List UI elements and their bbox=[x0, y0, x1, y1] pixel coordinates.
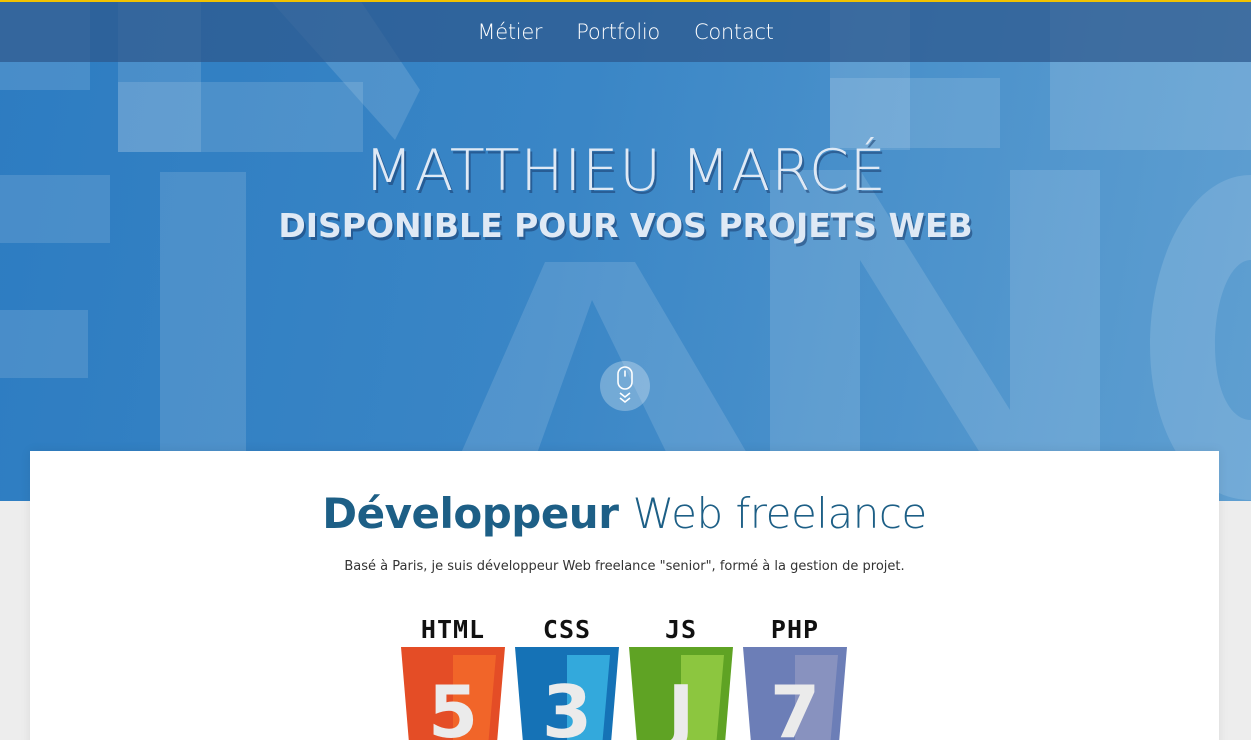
nav-item-contact[interactable]: Contact bbox=[694, 20, 774, 44]
html5-shield-icon: 5 bbox=[401, 647, 505, 740]
tech-html: HTML 5 bbox=[398, 615, 508, 740]
tech-label-js: JS bbox=[664, 615, 698, 644]
php7-shield-icon: 7 bbox=[743, 647, 847, 740]
tech-digit-html: 5 bbox=[428, 670, 478, 740]
js-shield-icon: J bbox=[629, 647, 733, 740]
tech-label-html: HTML bbox=[420, 615, 486, 644]
tech-php: PHP 7 bbox=[740, 615, 850, 740]
hero-title: MATTHIEU MARCÉ bbox=[364, 138, 887, 204]
tech-label-css: CSS bbox=[542, 615, 592, 644]
intro-title: Développeur Web freelance bbox=[30, 489, 1219, 538]
tech-digit-js: J bbox=[663, 670, 695, 740]
intro-title-light: Web freelance bbox=[632, 489, 928, 538]
css3-shield-icon: 3 bbox=[515, 647, 619, 740]
hero-banner: Métier Portfolio Contact MATTHIEU MARCÉ … bbox=[0, 0, 1251, 501]
scroll-down-button[interactable] bbox=[600, 361, 650, 411]
hero-subtitle: DISPONIBLE POUR VOS PROJETS WEB bbox=[278, 206, 973, 245]
tech-css: CSS 3 bbox=[512, 615, 622, 740]
tech-js: JS J bbox=[626, 615, 736, 740]
intro-title-strong: Développeur bbox=[322, 489, 619, 538]
main-nav: Métier Portfolio Contact bbox=[0, 2, 1251, 62]
intro-card: Développeur Web freelance Basé à Paris, … bbox=[30, 451, 1219, 740]
background-letters bbox=[0, 0, 1251, 501]
nav-item-metier[interactable]: Métier bbox=[477, 20, 542, 44]
intro-text: Basé à Paris, je suis développeur Web fr… bbox=[344, 559, 905, 574]
tech-label-php: PHP bbox=[770, 615, 820, 644]
top-accent-line bbox=[0, 0, 1251, 2]
nav-item-portfolio[interactable]: Portfolio bbox=[576, 20, 660, 44]
mouse-scroll-icon bbox=[617, 366, 633, 404]
tech-digit-css: 3 bbox=[542, 670, 592, 740]
tech-digit-php: 7 bbox=[770, 670, 820, 740]
